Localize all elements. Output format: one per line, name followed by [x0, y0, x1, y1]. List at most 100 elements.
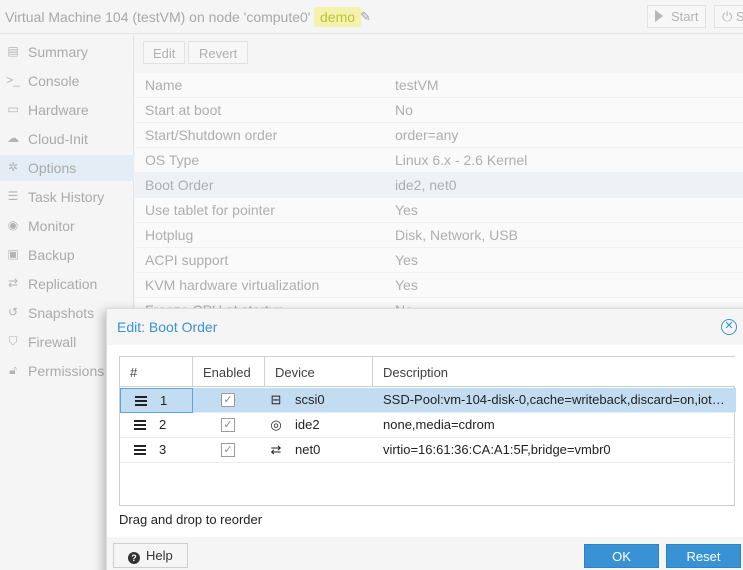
option-value: Linux 6.x - 2.6 Kernel [395, 152, 528, 168]
ok-button[interactable]: OK [584, 544, 659, 568]
boot-row[interactable]: 2 ✓ ◎ ide2 none,media=cdrom [120, 413, 736, 438]
start-button[interactable]: Start [647, 5, 706, 28]
vm-title: Virtual Machine 104 (testVM) on node 'co… [5, 9, 311, 25]
history-icon: ↺ [7, 305, 19, 319]
help-button[interactable]: ? Help [113, 543, 188, 568]
column-header-enabled[interactable]: Enabled [193, 357, 265, 387]
option-value: order=any [395, 127, 459, 143]
terminal-icon: >_ [6, 73, 20, 87]
reset-button[interactable]: Reset [666, 544, 741, 568]
sidebar-item-cloud-init[interactable]: ☁ Cloud-Init [0, 126, 134, 152]
edit-tags-icon[interactable]: ✎ [360, 9, 371, 25]
options-row[interactable]: ACPI support Yes [135, 248, 743, 273]
column-header-description[interactable]: Description [373, 357, 735, 387]
sidebar-item-label: Cloud-Init [28, 131, 88, 147]
options-row[interactable]: Use tablet for pointer Yes [135, 198, 743, 223]
device-description: SSD-Pool:vm-104-disk-0,cache=writeback,d… [383, 392, 728, 407]
sidebar-item-monitor[interactable]: ◉ Monitor [0, 213, 134, 239]
dialog-body: # Enabled Device Description 1 ✓ ⊟ scsi0… [107, 345, 743, 537]
option-value: Yes [395, 277, 418, 293]
option-value: ide2, net0 [395, 177, 457, 193]
options-row[interactable]: Start at boot No [135, 98, 743, 123]
sidebar-item-replication[interactable]: ⇄ Replication [0, 271, 134, 297]
edit-button[interactable]: Edit [143, 41, 186, 64]
sidebar-item-options[interactable]: ✲ Options [0, 155, 134, 181]
options-row[interactable]: Start/Shutdown order order=any [135, 123, 743, 148]
row-number-cell: 2 [120, 413, 193, 438]
gear-icon: ✲ [7, 160, 19, 174]
shutdown-label: S [736, 9, 743, 24]
options-grid: Name testVM Start at boot No Start/Shutd… [135, 73, 743, 309]
sidebar-item-label: Options [28, 160, 77, 176]
device-description: none,media=cdrom [383, 417, 495, 432]
sidebar-item-label: Task History [28, 189, 105, 205]
sidebar-item-task-history[interactable]: ☰ Task History [0, 184, 134, 210]
boot-order-table: # Enabled Device Description 1 ✓ ⊟ scsi0… [119, 356, 736, 506]
drag-hint: Drag and drop to reorder [119, 512, 263, 527]
enabled-checkbox[interactable]: ✓ [221, 393, 235, 407]
close-icon[interactable]: ✕ [721, 319, 737, 335]
start-label: Start [671, 9, 699, 24]
device-description: virtio=16:61:36:CA:A1:5F,bridge=vmbr0 [383, 442, 611, 457]
hdd-icon: ⊟ [270, 392, 282, 407]
options-row[interactable]: Name testVM [135, 73, 743, 98]
sidebar-item-hardware[interactable]: ▭ Hardware [0, 97, 134, 123]
option-value: Yes [395, 252, 418, 268]
device-name: ide2 [295, 417, 320, 432]
column-header-device[interactable]: Device [265, 357, 373, 387]
option-key: Boot Order [145, 177, 214, 193]
shutdown-button[interactable]: ⏻ S [714, 5, 743, 28]
row-number: 1 [160, 393, 168, 408]
book-icon: ▤ [7, 44, 19, 58]
row-number-cell: 1 [120, 388, 193, 413]
dialog-header[interactable]: Edit: Boot Order ✕ [107, 309, 743, 345]
column-header-num[interactable]: # [120, 357, 193, 387]
option-value: testVM [395, 77, 439, 93]
option-value: Yes [395, 202, 418, 218]
revert-button[interactable]: Revert [188, 41, 249, 64]
drag-handle-icon[interactable] [135, 396, 147, 406]
sidebar-item-console[interactable]: >_ Console [0, 68, 134, 94]
sidebar-item-label: Console [28, 73, 80, 89]
drag-handle-icon[interactable] [134, 420, 146, 430]
title-bar: Virtual Machine 104 (testVM) on node 'co… [0, 0, 743, 34]
drag-handle-icon[interactable] [134, 445, 146, 455]
enabled-checkbox[interactable]: ✓ [221, 443, 235, 457]
sidebar-item-label: Backup [28, 247, 75, 263]
boot-row[interactable]: 3 ✓ ⇄ net0 virtio=16:61:36:CA:A1:5F,brid… [120, 438, 736, 463]
tag-badge[interactable]: demo [314, 7, 362, 27]
options-row-selected[interactable]: Boot Order ide2, net0 [135, 173, 743, 198]
power-icon: ⏻ [722, 9, 733, 24]
sidebar-item-summary[interactable]: ▤ Summary [0, 39, 134, 65]
unlock-icon: 🔓︎ [9, 363, 17, 377]
enabled-checkbox[interactable]: ✓ [221, 418, 235, 432]
sidebar-item-backup[interactable]: ▣ Backup [0, 242, 134, 268]
boot-row[interactable]: 1 ✓ ⊟ scsi0 SSD-Pool:vm-104-disk-0,cache… [120, 388, 736, 413]
cdrom-icon: ◎ [270, 417, 282, 432]
options-row[interactable]: OS Type Linux 6.x - 2.6 Kernel [135, 148, 743, 173]
dialog-footer: ? Help OK Reset [107, 537, 743, 570]
sidebar-item-label: Firewall [28, 334, 77, 350]
question-circle-icon: ? [128, 552, 140, 564]
cloud-icon: ☁ [7, 131, 19, 145]
shield-icon: ⛉ [8, 334, 18, 348]
sidebar-item-label: Monitor [28, 218, 75, 234]
options-toolbar: Edit Revert [135, 35, 743, 70]
floppy-icon: ▣ [7, 247, 19, 261]
exchange-icon: ⇄ [270, 442, 282, 457]
option-key: Start/Shutdown order [145, 127, 278, 143]
options-row[interactable]: Hotplug Disk, Network, USB [135, 223, 743, 248]
option-key: Use tablet for pointer [145, 202, 275, 218]
row-number-cell: 3 [120, 438, 193, 463]
desktop-icon: ▭ [7, 102, 19, 116]
options-row[interactable]: KVM hardware virtualization Yes [135, 273, 743, 298]
option-key: ACPI support [145, 252, 229, 268]
option-value: Disk, Network, USB [395, 227, 518, 243]
sidebar-item-label: Hardware [28, 102, 89, 118]
play-icon [655, 10, 663, 22]
list-icon: ☰ [7, 189, 19, 203]
dialog-title: Edit: Boot Order [117, 319, 218, 335]
option-key: Name [145, 77, 183, 93]
option-value: No [395, 102, 413, 118]
sidebar-item-label: Replication [28, 276, 98, 292]
